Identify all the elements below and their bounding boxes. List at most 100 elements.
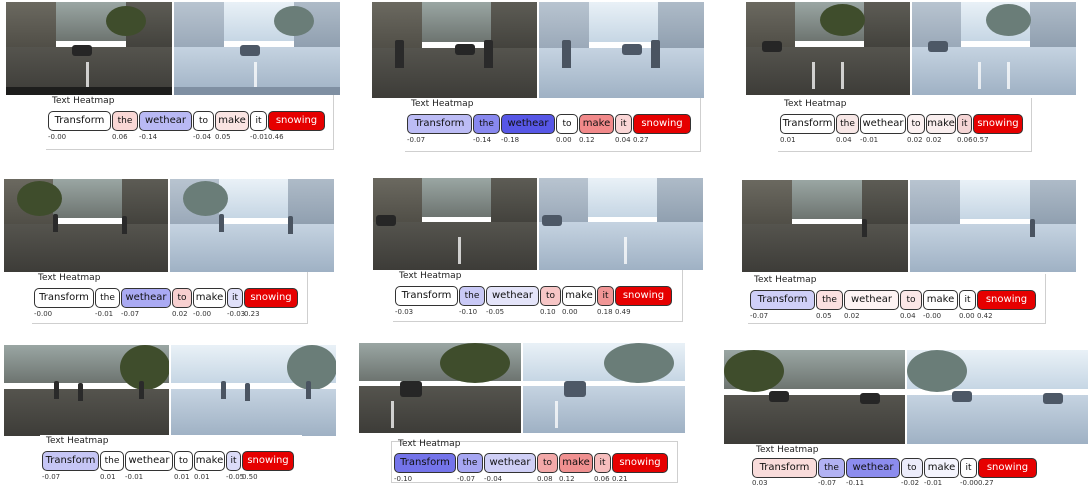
token-snowing: snowing	[633, 114, 691, 134]
token-score: 0.02	[926, 136, 942, 144]
original-photo	[4, 179, 168, 272]
token-transform: Transform	[48, 111, 111, 131]
token-row: Transform the wethear to make it snowing	[34, 288, 298, 308]
token-it: it	[227, 288, 243, 308]
heatmap-title: Text Heatmap	[399, 271, 462, 281]
token-make: make	[579, 114, 614, 134]
text-heatmap: Text Heatmap Transform the wethear to make it…	[32, 272, 308, 324]
token-wethear: wethear	[139, 111, 192, 131]
token-score: 0.01	[780, 136, 796, 144]
score-row: -0.07 -0.14 -0.18 0.00 0.12 0.04 0.27	[407, 136, 691, 144]
token-score: 0.06	[957, 136, 973, 144]
snowy-photo	[170, 179, 334, 272]
token-to: to	[900, 290, 922, 310]
token-score: 0.03	[752, 479, 768, 487]
score-row: -0.07 0.05 0.02 0.04 -0.00 0.00 0.42	[750, 312, 1036, 320]
token-to: to	[537, 453, 558, 473]
original-photo	[742, 180, 908, 272]
original-photo	[6, 2, 172, 95]
score-row: -0.10 -0.07 -0.04 0.08 0.12 0.06 0.21	[394, 475, 668, 483]
token-score: -0.05	[486, 308, 505, 316]
example-8: Text Heatmap Transform the wethear to make it…	[359, 343, 689, 485]
token-make: make	[562, 286, 596, 306]
example-6: Text Heatmap Transform the wethear to make it…	[742, 180, 1082, 326]
photo-pair	[359, 343, 685, 433]
token-snowing: snowing	[268, 111, 325, 131]
token-score: -0.14	[473, 136, 492, 144]
token-score: 0.27	[633, 136, 649, 144]
token-score: 0.46	[268, 133, 284, 141]
heatmap-title: Text Heatmap	[398, 439, 461, 449]
text-heatmap: Text Heatmap Transform the wethear to make it…	[750, 444, 1046, 487]
token-score: -0.05	[226, 473, 245, 481]
token-snowing: snowing	[244, 288, 298, 308]
token-the: the	[95, 288, 120, 308]
photo-pair	[373, 178, 703, 270]
token-the: the	[457, 453, 483, 473]
example-1: Text Heatmap Transform the wethear to make it…	[6, 2, 340, 152]
token-to: to	[907, 114, 925, 134]
token-score: -0.18	[501, 136, 520, 144]
token-to: to	[540, 286, 561, 306]
token-make: make	[193, 288, 226, 308]
token-score: -0.00	[960, 479, 979, 487]
text-heatmap: Text Heatmap Transform the wethear to make it…	[405, 98, 701, 152]
token-snowing: snowing	[978, 458, 1037, 478]
token-row: Transform the wethear to make it snowing	[48, 111, 325, 131]
token-score: 0.06	[112, 133, 128, 141]
snowy-photo	[907, 350, 1088, 444]
token-the: the	[112, 111, 138, 131]
token-score: 0.02	[907, 136, 923, 144]
token-score: 0.21	[612, 475, 628, 483]
token-score: -0.07	[818, 479, 837, 487]
heatmap-title: Text Heatmap	[411, 99, 474, 109]
token-score: -0.03	[395, 308, 414, 316]
token-score: -0.01	[250, 133, 269, 141]
token-score: -0.14	[139, 133, 158, 141]
token-score: -0.01	[125, 473, 144, 481]
token-it: it	[615, 114, 632, 134]
text-heatmap: Text Heatmap Transform the wethear to make it…	[46, 95, 334, 150]
token-score: 0.04	[836, 136, 852, 144]
token-it: it	[957, 114, 972, 134]
token-the: the	[473, 114, 500, 134]
photo-pair	[4, 179, 334, 272]
token-wethear: wethear	[860, 114, 906, 134]
token-row: Transform the wethear to make it snowing	[394, 453, 668, 473]
token-it: it	[959, 290, 976, 310]
token-row: Transform the wethear to make it snowing	[42, 451, 294, 471]
heatmap-title: Text Heatmap	[46, 436, 109, 446]
token-transform: Transform	[780, 114, 835, 134]
token-make: make	[926, 114, 956, 134]
example-4: Text Heatmap Transform the wethear to make it…	[4, 179, 340, 325]
original-photo	[4, 345, 169, 436]
token-score: -0.01	[860, 136, 879, 144]
token-score: 0.00	[556, 136, 572, 144]
token-score: -0.00	[34, 310, 53, 318]
token-the: the	[816, 290, 843, 310]
score-row: 0.03 -0.07 -0.11 -0.02 -0.01 -0.00 0.27	[752, 479, 1037, 487]
token-it: it	[226, 451, 241, 471]
score-row: -0.03 -0.10 -0.05 0.10 0.00 0.18 0.49	[395, 308, 672, 316]
token-to: to	[901, 458, 923, 478]
token-score: 0.10	[540, 308, 556, 316]
text-heatmap: Text Heatmap Transform the wethear to make it…	[393, 270, 683, 322]
photo-pair	[724, 350, 1088, 444]
token-score: 0.01	[194, 473, 210, 481]
token-score: -0.04	[193, 133, 212, 141]
token-score: -0.02	[901, 479, 920, 487]
token-wethear: wethear	[125, 451, 173, 471]
token-score: -0.00	[923, 312, 942, 320]
token-snowing: snowing	[612, 453, 668, 473]
token-transform: Transform	[42, 451, 99, 471]
token-score: 0.57	[973, 136, 989, 144]
token-score: -0.01	[924, 479, 943, 487]
photo-pair	[372, 2, 704, 98]
photo-pair	[4, 345, 336, 436]
token-row: Transform the wethear to make it snowing	[750, 290, 1036, 310]
snowy-photo	[539, 178, 703, 270]
example-2: Text Heatmap Transform the wethear to make it…	[372, 2, 712, 152]
photo-pair	[746, 2, 1076, 95]
token-score: 0.00	[562, 308, 578, 316]
token-score: 0.00	[959, 312, 975, 320]
